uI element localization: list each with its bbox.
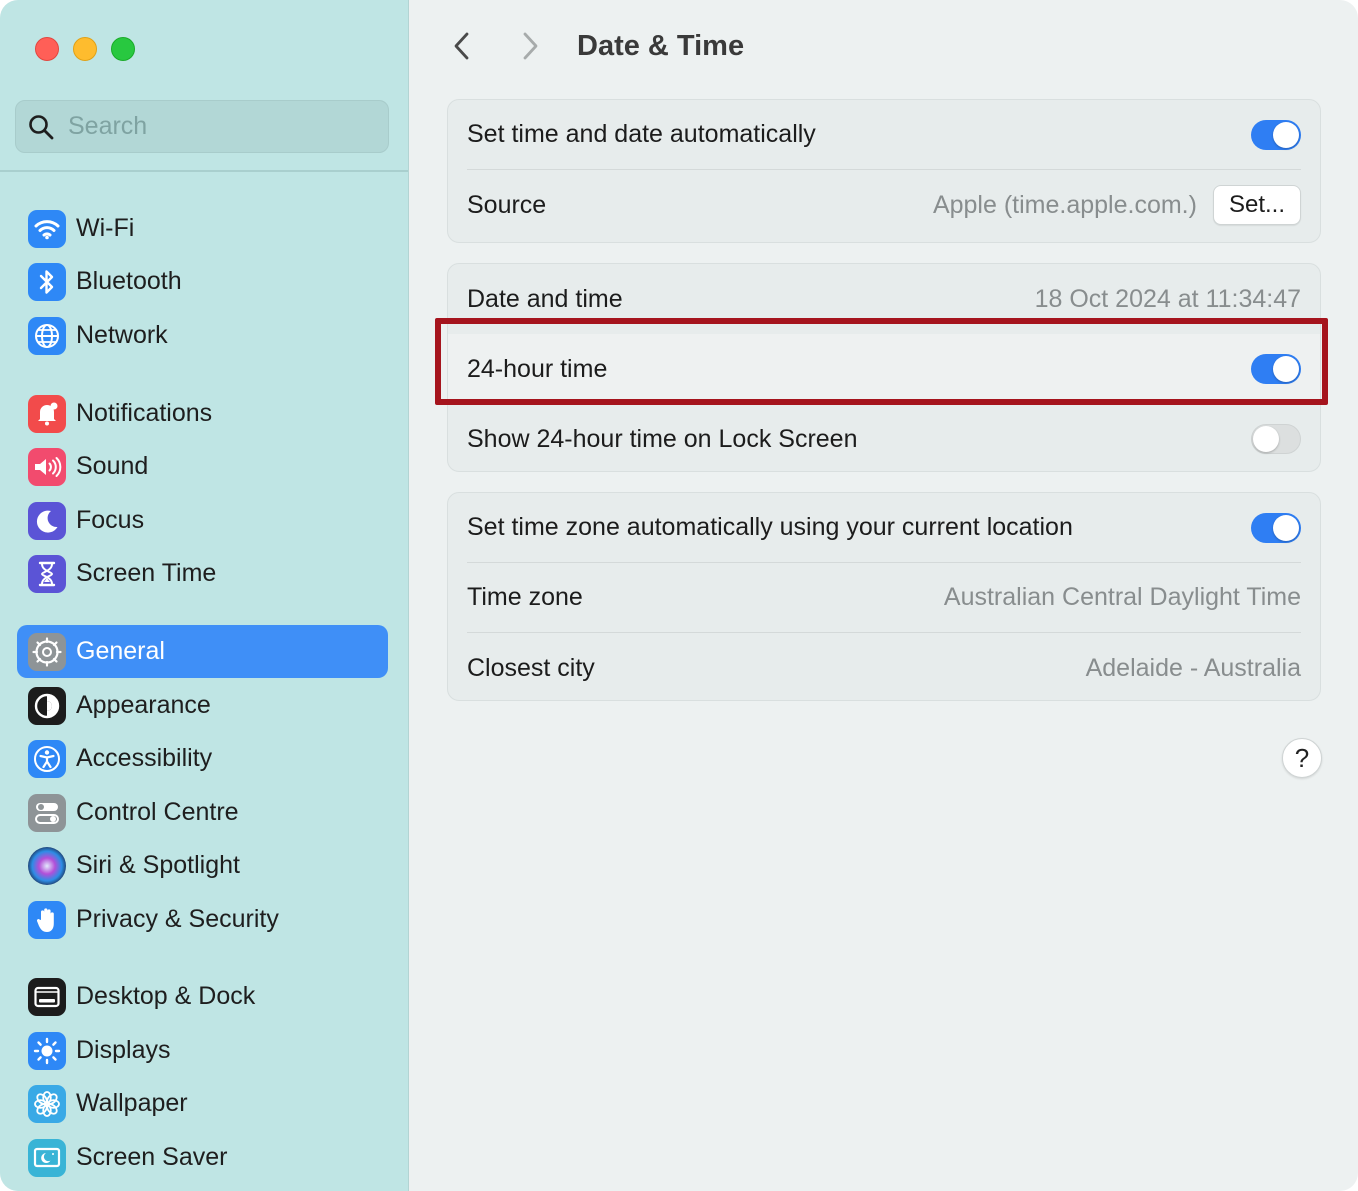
- closest-city-row: Closest city Adelaide - Australia: [467, 633, 1301, 703]
- flower-icon: [28, 1084, 66, 1123]
- accessibility-icon: [28, 739, 66, 778]
- sidebar-item-label: Focus: [76, 506, 145, 534]
- lock-screen-24-hour-row: Show 24-hour time on Lock Screen: [467, 404, 1301, 474]
- sidebar-item-label: General: [76, 637, 165, 665]
- set-time-automatically-label: Set time and date automatically: [467, 120, 816, 148]
- help-button[interactable]: ?: [1282, 738, 1322, 778]
- zoom-window-button[interactable]: [111, 37, 135, 61]
- lock-screen-24-hour-toggle[interactable]: [1251, 424, 1301, 454]
- search-input[interactable]: [68, 112, 358, 141]
- time-zone-group: Set time zone automatically using your c…: [447, 492, 1321, 701]
- sidebar-item-label: Sound: [76, 452, 149, 480]
- sidebar-item-label: Notifications: [76, 399, 213, 427]
- minimize-window-button[interactable]: [73, 37, 97, 61]
- sidebar-item-bluetooth[interactable]: Bluetooth: [17, 255, 388, 308]
- main-panel: Date & Time Set time and date automatica…: [410, 0, 1358, 1191]
- window-controls: [35, 37, 135, 61]
- hourglass-icon: [28, 554, 66, 593]
- closest-city-label: Closest city: [467, 653, 595, 682]
- auto-time-zone-toggle[interactable]: [1251, 512, 1301, 543]
- sidebar-item-privacy-security[interactable]: Privacy & Security: [17, 893, 388, 946]
- auto-time-zone-label: Set time zone automatically using your c…: [467, 513, 1073, 541]
- time-zone-row: Time zone Australian Central Daylight Ti…: [467, 563, 1301, 633]
- sun-icon: [28, 1031, 66, 1070]
- auto-time-group: Set time and date automatically Source A…: [447, 99, 1321, 243]
- sidebar-item-label: Bluetooth: [76, 267, 182, 295]
- search-icon: [28, 114, 54, 140]
- source-row: Source Apple (time.apple.com.) Set...: [467, 170, 1301, 240]
- sidebar-item-label: Siri & Spotlight: [76, 851, 240, 879]
- back-button[interactable]: [445, 30, 479, 66]
- globe-icon: [28, 316, 66, 355]
- time-zone-label: Time zone: [467, 583, 583, 611]
- sidebar-divider: [0, 170, 408, 172]
- sidebar-item-network[interactable]: Network: [17, 309, 388, 362]
- chevron-left-icon: [452, 31, 472, 66]
- sidebar-item-label: Control Centre: [76, 798, 239, 826]
- source-label: Source: [467, 190, 547, 219]
- time-zone-value: Australian Central Daylight Time: [943, 583, 1301, 611]
- sidebar-item-focus[interactable]: Focus: [17, 494, 388, 547]
- set-time-automatically-toggle[interactable]: [1251, 119, 1301, 150]
- sidebar-item-displays[interactable]: Displays: [17, 1024, 388, 1077]
- source-controls: Apple (time.apple.com.) Set...: [933, 185, 1301, 225]
- sidebar-item-label: Desktop & Dock: [76, 982, 256, 1010]
- screensaver-icon: [28, 1138, 66, 1177]
- sidebar-item-notifications[interactable]: Notifications: [17, 387, 388, 440]
- bell-icon: [28, 394, 66, 433]
- sidebar-item-wallpaper[interactable]: Wallpaper: [17, 1077, 388, 1130]
- closest-city-value: Adelaide - Australia: [1085, 653, 1301, 682]
- sidebar-item-siri-spotlight[interactable]: Siri & Spotlight: [17, 839, 388, 892]
- sidebar: Wi-Fi Bluetooth Network Notifications: [0, 0, 409, 1191]
- source-value: Apple (time.apple.com.): [932, 190, 1197, 219]
- sidebar-item-label: Wallpaper: [76, 1089, 188, 1117]
- sidebar-item-appearance[interactable]: Appearance: [17, 679, 388, 732]
- date-time-format-group: Date and time 18 Oct 2024 at 11:34:47 24…: [447, 263, 1321, 472]
- date-and-time-row: Date and time 18 Oct 2024 at 11:34:47: [467, 264, 1301, 334]
- 24-hour-time-row: 24-hour time: [448, 334, 1320, 404]
- sidebar-item-label: Accessibility: [76, 744, 213, 772]
- sidebar-item-label: Appearance: [76, 691, 211, 719]
- sidebar-item-label: Displays: [76, 1036, 171, 1064]
- sidebar-item-label: Wi-Fi: [76, 214, 135, 242]
- sidebar-item-label: Privacy & Security: [76, 905, 279, 933]
- appearance-icon: [28, 686, 66, 725]
- close-window-button[interactable]: [35, 37, 59, 61]
- sidebar-item-wifi[interactable]: Wi-Fi: [17, 202, 388, 255]
- sidebar-item-accessibility[interactable]: Accessibility: [17, 732, 388, 785]
- set-time-automatically-row: Set time and date automatically: [467, 100, 1301, 170]
- toggles-icon: [28, 793, 66, 832]
- sidebar-item-label: Network: [76, 321, 168, 349]
- auto-time-zone-row: Set time zone automatically using your c…: [467, 493, 1301, 563]
- dock-icon: [28, 977, 66, 1016]
- forward-button[interactable]: [513, 30, 547, 66]
- search-field[interactable]: [15, 100, 389, 153]
- speaker-icon: [28, 447, 66, 486]
- sidebar-item-label: Screen Saver: [76, 1143, 228, 1171]
- lock-screen-24-hour-label: Show 24-hour time on Lock Screen: [467, 424, 858, 453]
- chevron-right-icon: [520, 31, 540, 66]
- gear-icon: [28, 632, 66, 671]
- sidebar-item-screen-saver[interactable]: Screen Saver: [17, 1131, 388, 1184]
- sidebar-item-screen-time[interactable]: Screen Time: [17, 547, 388, 600]
- sidebar-item-label: Screen Time: [76, 559, 217, 587]
- sidebar-item-desktop-dock[interactable]: Desktop & Dock: [17, 970, 388, 1023]
- bluetooth-icon: [28, 262, 66, 301]
- date-and-time-value: 18 Oct 2024 at 11:34:47: [1034, 284, 1301, 313]
- sidebar-item-general[interactable]: General: [17, 625, 388, 678]
- set-source-button[interactable]: Set...: [1212, 185, 1301, 225]
- page-title: Date & Time: [577, 30, 745, 62]
- hand-icon: [28, 900, 66, 939]
- settings-window: Wi-Fi Bluetooth Network Notifications: [0, 0, 1358, 1191]
- moon-icon: [28, 501, 66, 540]
- sidebar-item-sound[interactable]: Sound: [17, 440, 388, 493]
- sidebar-item-control-centre[interactable]: Control Centre: [17, 786, 388, 839]
- wifi-icon: [28, 209, 66, 248]
- date-and-time-label: Date and time: [467, 284, 623, 313]
- siri-icon: [28, 846, 66, 885]
- 24-hour-time-toggle[interactable]: [1251, 354, 1301, 384]
- 24-hour-time-label: 24-hour time: [467, 354, 608, 383]
